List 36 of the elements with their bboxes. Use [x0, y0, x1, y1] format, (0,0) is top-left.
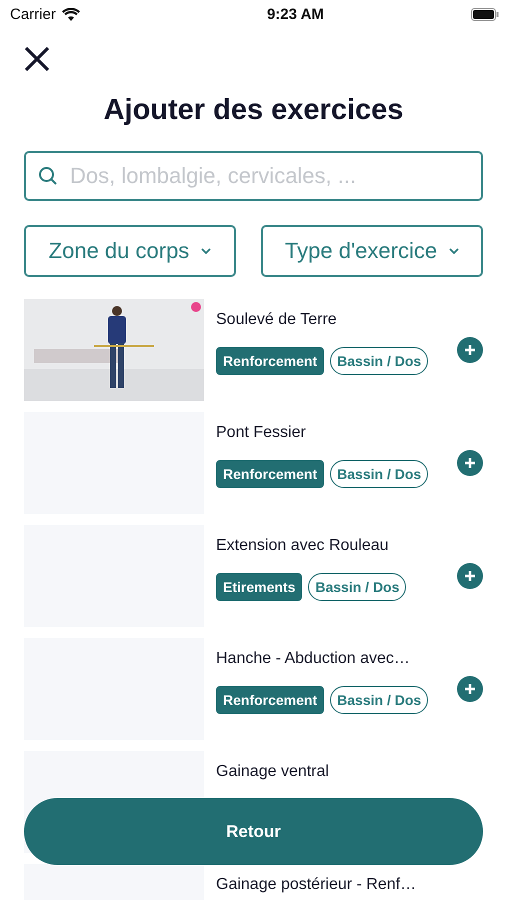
- exercise-type-tag: Etirements: [216, 573, 302, 601]
- add-button[interactable]: [457, 450, 483, 476]
- add-button[interactable]: [457, 337, 483, 363]
- plus-icon: [464, 344, 476, 356]
- body-zone-tag: Bassin / Dos: [330, 347, 428, 375]
- exercise-title: Pont Fessier: [216, 424, 307, 442]
- battery-icon: [471, 8, 499, 20]
- back-button[interactable]: Retour: [24, 798, 483, 865]
- search-field[interactable]: Dos, lombalgie, cervicales, ...: [24, 151, 483, 201]
- exercise-title: Soulevé de Terre: [216, 311, 338, 329]
- body-zone-tag: Bassin / Dos: [308, 573, 406, 601]
- exercise-type-tag: Renforcement: [216, 460, 324, 488]
- filter-dropdown[interactable]: Zone du corps: [24, 225, 236, 277]
- close-icon: [22, 44, 52, 74]
- plus-icon: [464, 683, 476, 695]
- carrier-label: Carrier: [10, 6, 56, 22]
- search-icon: [38, 166, 58, 186]
- plus-icon: [464, 570, 476, 582]
- exercise-title: Gainage postérieur - Renf…: [216, 876, 418, 894]
- add-button[interactable]: [457, 563, 483, 589]
- chevron-down-icon: [449, 248, 460, 254]
- page-title: Ajouter des exercices: [102, 94, 404, 127]
- body-zone-tag: Bassin / Dos: [330, 460, 428, 488]
- exercise-type-tag: Renforcement: [216, 347, 324, 375]
- plus-icon: [464, 457, 476, 469]
- filter-dropdown[interactable]: Type d'exercice: [261, 225, 483, 277]
- add-button[interactable]: [457, 676, 483, 702]
- wifi-icon: [62, 8, 80, 20]
- exercise-title: Hanche - Abduction avec…: [216, 650, 411, 668]
- exercise-title: Extension avec Rouleau: [216, 537, 390, 555]
- exercise-type-tag: Renforcement: [216, 686, 324, 714]
- chevron-down-icon: [201, 248, 212, 254]
- close-button[interactable]: [22, 44, 52, 74]
- exercise-title: Gainage ventral: [216, 763, 330, 781]
- clock-time: 9:23 AM: [266, 6, 324, 22]
- body-zone-tag: Bassin / Dos: [330, 686, 428, 714]
